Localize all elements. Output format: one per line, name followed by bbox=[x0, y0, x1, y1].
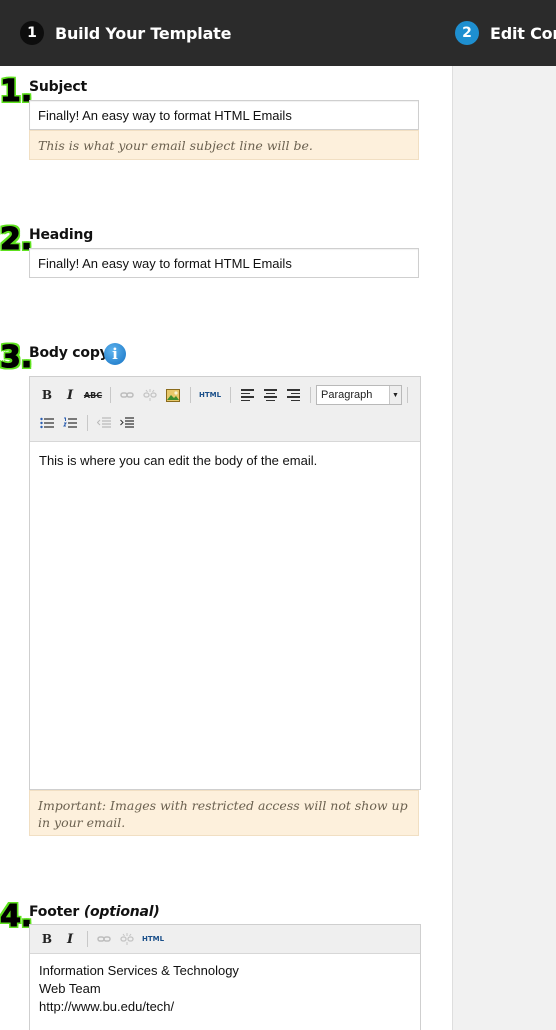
footer-optional-label: (optional) bbox=[83, 904, 160, 920]
unlink-icon[interactable] bbox=[139, 385, 161, 405]
subject-input[interactable] bbox=[29, 100, 419, 130]
insert-image-icon[interactable] bbox=[162, 385, 184, 405]
toolbar-separator bbox=[190, 387, 191, 403]
footer-editor-content[interactable]: Information Services & Technology Web Te… bbox=[30, 954, 420, 1024]
numbered-list-icon[interactable] bbox=[59, 413, 81, 433]
body-note: Important: Images with restricted access… bbox=[29, 790, 419, 836]
step-marker-1: 1. bbox=[0, 74, 33, 110]
italic-button[interactable]: I bbox=[59, 929, 81, 949]
chevron-down-icon: ▼ bbox=[389, 386, 401, 404]
align-center-icon[interactable] bbox=[259, 385, 281, 405]
bold-button[interactable]: B bbox=[36, 385, 58, 405]
format-select-value: Paragraph bbox=[321, 389, 373, 401]
editor-toolbar: B I ABC HTML Paragraph ▼ bbox=[30, 377, 420, 442]
toolbar-separator bbox=[310, 387, 311, 403]
strikethrough-button[interactable]: ABC bbox=[82, 385, 104, 405]
toolbar-separator bbox=[87, 415, 88, 431]
link-icon[interactable] bbox=[93, 929, 115, 949]
link-icon[interactable] bbox=[116, 385, 138, 405]
footer-editor: B I HTML Information Services & Technolo… bbox=[29, 924, 421, 1030]
unlink-icon[interactable] bbox=[116, 929, 138, 949]
step-header: 1 Build Your Template 2 Edit Content bbox=[0, 0, 556, 66]
toolbar-separator bbox=[110, 387, 111, 403]
footer-label: Footer (optional) bbox=[29, 904, 160, 920]
footer-toolbar: B I HTML bbox=[30, 925, 420, 954]
align-right-icon[interactable] bbox=[282, 385, 304, 405]
step-label: Edit Content bbox=[490, 23, 556, 43]
step-marker-3: 3. bbox=[0, 340, 33, 376]
italic-button[interactable]: I bbox=[59, 385, 81, 405]
info-icon[interactable]: i bbox=[104, 343, 126, 365]
format-select[interactable]: Paragraph ▼ bbox=[316, 385, 402, 405]
step-number: 2 bbox=[455, 21, 479, 45]
step-number: 1 bbox=[20, 21, 44, 45]
footer-label-text: Footer bbox=[29, 904, 80, 920]
footer-line: Web Team bbox=[39, 981, 101, 996]
align-left-icon[interactable] bbox=[236, 385, 258, 405]
step-marker-2: 2. bbox=[0, 222, 33, 258]
footer-line: http://www.bu.edu/tech/ bbox=[39, 999, 175, 1014]
toolbar-separator bbox=[230, 387, 231, 403]
step-marker-4: 4. bbox=[0, 899, 33, 935]
step-label: Build Your Template bbox=[55, 23, 232, 43]
subject-hint: This is what your email subject line wil… bbox=[29, 130, 419, 160]
bullet-list-icon[interactable] bbox=[36, 413, 58, 433]
step-edit-content[interactable]: 2 Edit Content bbox=[455, 20, 556, 46]
indent-icon[interactable] bbox=[116, 413, 138, 433]
body-editor-content[interactable]: This is where you can edit the body of t… bbox=[30, 442, 420, 480]
heading-input[interactable] bbox=[29, 248, 419, 278]
footer-line: Information Services & Technology bbox=[39, 963, 239, 978]
bold-button[interactable]: B bbox=[36, 929, 58, 949]
toolbar-separator bbox=[407, 387, 408, 403]
html-source-button[interactable]: HTML bbox=[139, 929, 167, 949]
html-source-button[interactable]: HTML bbox=[196, 385, 224, 405]
step-build-template[interactable]: 1 Build Your Template bbox=[20, 20, 231, 46]
heading-label: Heading bbox=[29, 227, 94, 243]
body-copy-label: Body copy bbox=[29, 345, 109, 361]
preview-panel bbox=[452, 66, 556, 1030]
outdent-icon[interactable] bbox=[93, 413, 115, 433]
subject-label: Subject bbox=[29, 79, 87, 95]
toolbar-separator bbox=[87, 931, 88, 947]
body-editor: B I ABC HTML Paragraph ▼ This is where y… bbox=[29, 376, 421, 790]
